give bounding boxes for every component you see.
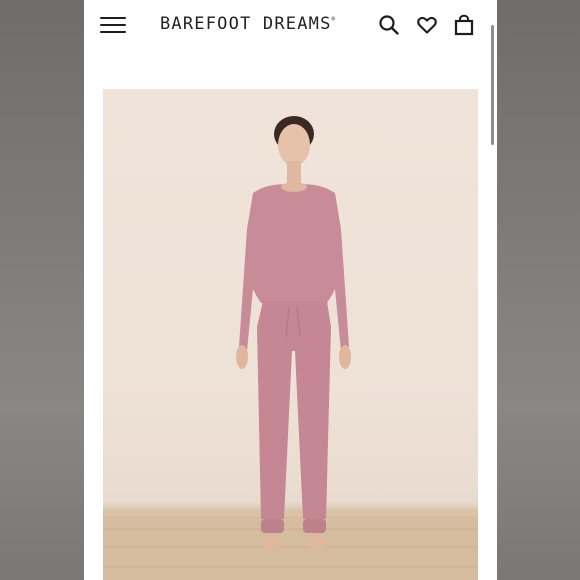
site-header: BAREFOOT DREAMS® xyxy=(84,0,497,52)
brand-registered-mark: ® xyxy=(331,16,337,23)
blurred-backdrop-left xyxy=(0,0,84,580)
shopping-bag-icon[interactable] xyxy=(453,14,475,36)
brand-name: BAREFOOT DREAMS xyxy=(160,14,332,34)
product-image[interactable] xyxy=(103,89,478,580)
mobile-page: BAREFOOT DREAMS® xyxy=(84,0,497,580)
menu-icon[interactable] xyxy=(100,16,126,34)
model-illustration xyxy=(103,116,478,580)
heart-icon[interactable] xyxy=(416,14,438,36)
search-icon[interactable] xyxy=(378,14,400,36)
brand-logo[interactable]: BAREFOOT DREAMS® xyxy=(160,14,340,40)
blurred-backdrop-right xyxy=(497,0,580,580)
scrollbar[interactable] xyxy=(491,25,494,145)
